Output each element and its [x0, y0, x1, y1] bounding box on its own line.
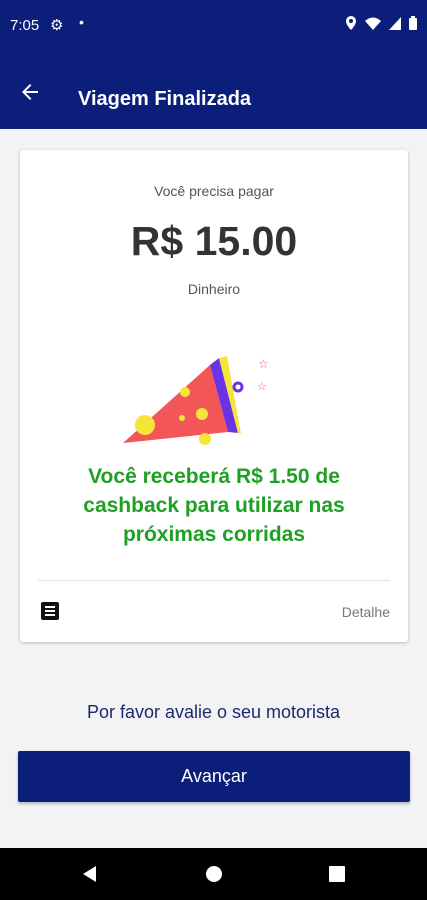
- payment-method: Dinheiro: [187, 281, 241, 297]
- payment-card: Você precisa pagar R$ 15.00 Dinheiro ☆ ☆…: [20, 150, 408, 642]
- payment-amount: R$ 15.00: [130, 218, 298, 264]
- detail-link[interactable]: Detalhe: [342, 604, 390, 620]
- location-icon: [346, 16, 356, 30]
- arrow-back-icon[interactable]: [18, 80, 42, 104]
- wifi-icon: [365, 17, 381, 30]
- dot-icon: •: [79, 14, 84, 30]
- payment-label: Você precisa pagar: [154, 183, 274, 199]
- recents-square-icon[interactable]: [327, 864, 347, 884]
- svg-text:☆: ☆: [258, 357, 269, 371]
- status-icons: [345, 16, 417, 30]
- advance-button[interactable]: Avançar: [18, 751, 410, 802]
- svg-text:☆: ☆: [257, 380, 267, 393]
- app-bar: Viagem Finalizada: [0, 56, 427, 129]
- back-triangle-icon[interactable]: [80, 864, 100, 884]
- gear-icon: ⚙: [50, 17, 64, 34]
- signal-icon: [389, 16, 401, 30]
- navigation-bar: [0, 848, 427, 900]
- cashback-message: Você receberá R$ 1.50 de cashback para u…: [83, 465, 345, 546]
- party-popper-icon: ☆ ☆: [123, 356, 269, 445]
- divider: [38, 580, 390, 581]
- battery-icon: [409, 16, 417, 30]
- home-circle-icon[interactable]: [204, 864, 224, 884]
- status-bar: 7:05 ⚙ •: [0, 0, 427, 56]
- list-icon[interactable]: [41, 602, 59, 620]
- status-time: 7:05: [10, 17, 40, 34]
- page-title: Viagem Finalizada: [78, 88, 252, 110]
- rate-driver-prompt[interactable]: Por favor avalie o seu motorista: [0, 702, 427, 723]
